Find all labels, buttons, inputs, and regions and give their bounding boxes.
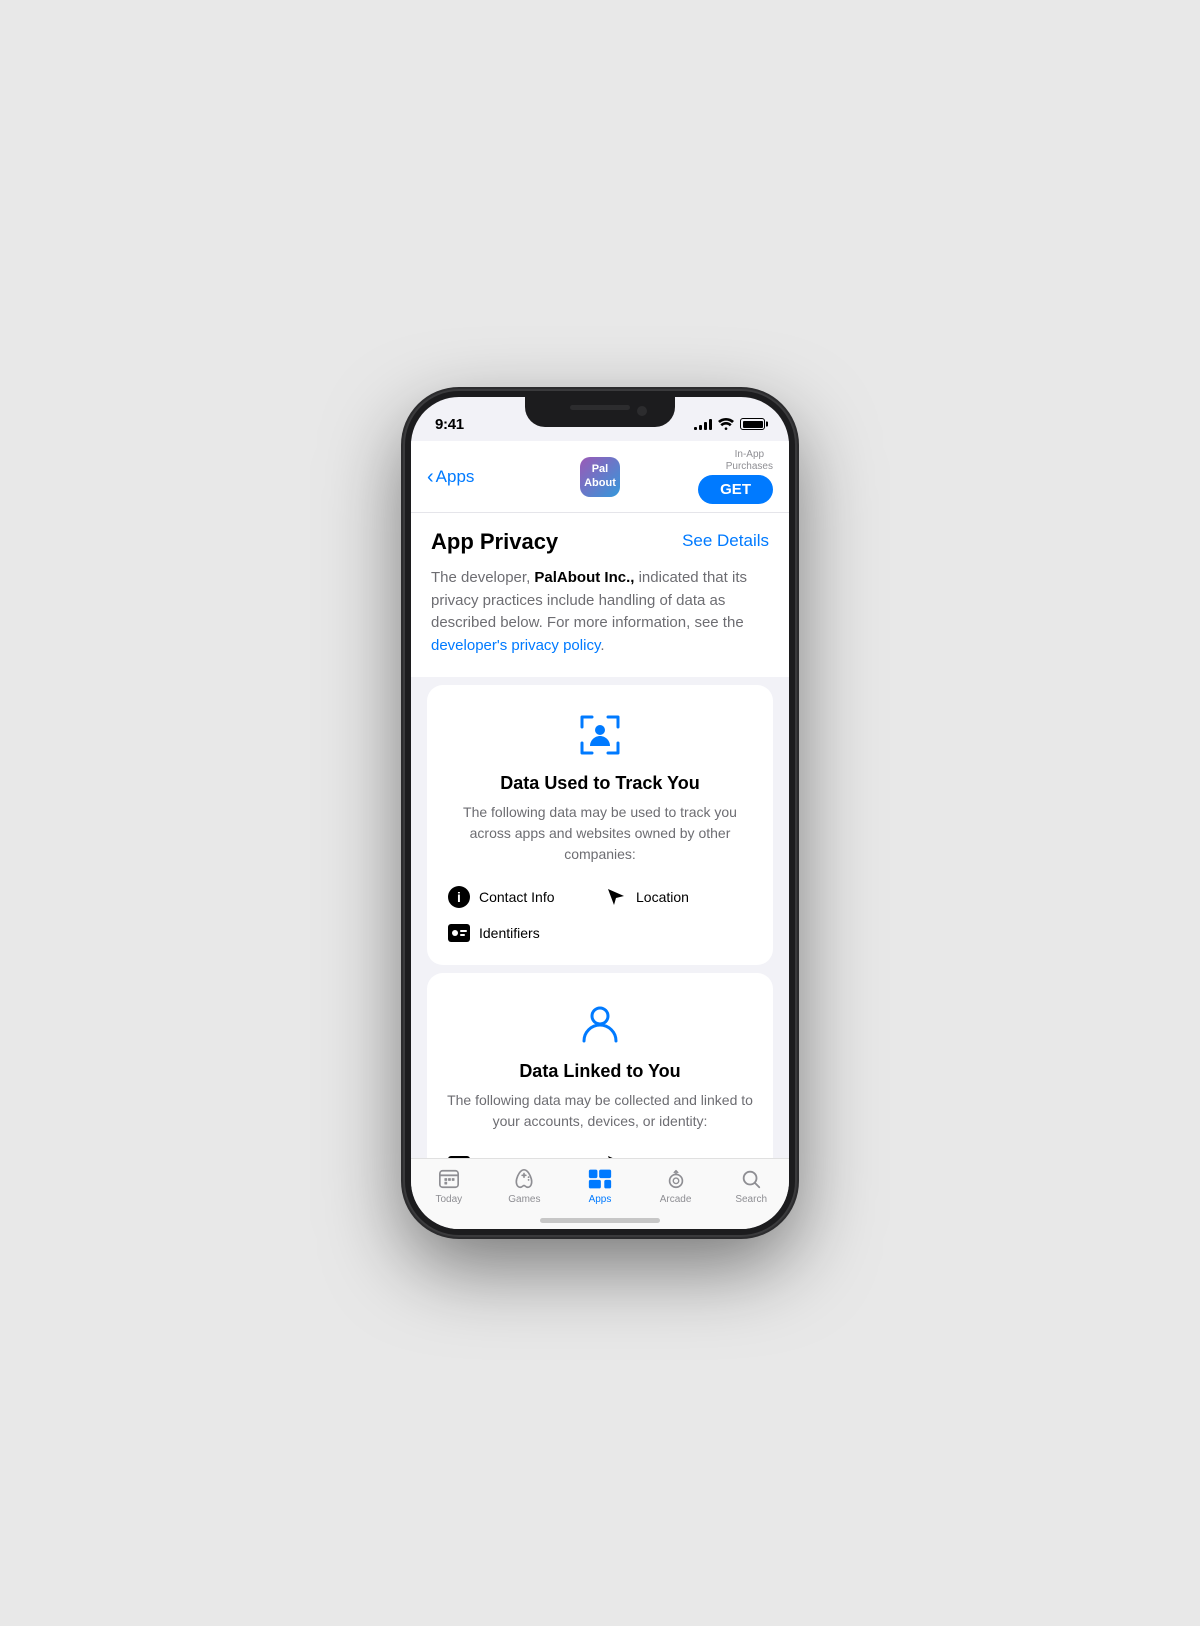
apps-tab-icon	[588, 1167, 612, 1191]
in-app-label: In-AppPurchases	[726, 449, 773, 473]
battery-icon	[740, 418, 765, 430]
content-area[interactable]: App Privacy See Details The developer, P…	[411, 513, 789, 1158]
id-card-icon	[447, 921, 471, 945]
nav-bar: ‹ Apps PalAbout In-AppPurchases GET	[411, 441, 789, 513]
notch	[525, 397, 675, 427]
linked-you-card: Data Linked to You The following data ma…	[427, 973, 773, 1158]
search-tab-label: Search	[735, 1194, 767, 1205]
track-card-title: Data Used to Track You	[447, 773, 753, 794]
speaker	[570, 405, 630, 410]
track-card-description: The following data may be used to track …	[447, 802, 753, 865]
back-label: Apps	[436, 467, 475, 487]
privacy-header: App Privacy See Details The developer, P…	[411, 513, 789, 677]
track-identifiers-label: Identifiers	[479, 925, 540, 941]
back-button[interactable]: ‹ Apps	[427, 467, 542, 487]
arcade-tab-icon	[664, 1167, 688, 1191]
track-data-grid: i Contact Info Location	[447, 885, 753, 945]
track-item-contact: i Contact Info	[447, 885, 596, 909]
screen: 9:41	[411, 397, 789, 1229]
track-location-label: Location	[636, 889, 689, 905]
see-details-link[interactable]: See Details	[682, 531, 769, 551]
privacy-title-row: App Privacy See Details	[431, 529, 769, 555]
track-item-location: Location	[604, 885, 753, 909]
svg-text:i: i	[457, 889, 461, 905]
status-icons	[694, 418, 765, 430]
tab-bar: Today Games	[411, 1158, 789, 1209]
linked-card-title: Data Linked to You	[447, 1061, 753, 1082]
tab-search[interactable]: Search	[713, 1167, 789, 1205]
tab-apps[interactable]: Apps	[562, 1167, 638, 1205]
app-icon: PalAbout	[580, 457, 620, 497]
phone-frame: 9:41	[405, 391, 795, 1235]
linked-person-icon	[574, 997, 626, 1049]
tab-games[interactable]: Games	[487, 1167, 563, 1205]
today-tab-label: Today	[435, 1194, 462, 1205]
today-tab-icon	[437, 1167, 461, 1191]
location-arrow-icon	[604, 885, 628, 909]
linked-card-description: The following data may be collected and …	[447, 1090, 753, 1132]
home-bar	[540, 1218, 660, 1223]
track-contact-label: Contact Info	[479, 889, 555, 905]
privacy-title: App Privacy	[431, 529, 558, 555]
track-item-identifiers: Identifiers	[447, 921, 596, 945]
arcade-tab-label: Arcade	[660, 1194, 692, 1205]
camera	[637, 406, 647, 416]
tracking-icon	[574, 709, 626, 761]
tab-today[interactable]: Today	[411, 1167, 487, 1205]
status-time: 9:41	[435, 416, 464, 433]
get-button[interactable]: GET	[698, 475, 773, 504]
tab-arcade[interactable]: Arcade	[638, 1167, 714, 1205]
search-tab-icon	[739, 1167, 763, 1191]
nav-app-icon: PalAbout	[542, 457, 657, 497]
privacy-policy-link[interactable]: developer's privacy policy	[431, 637, 600, 654]
wifi-icon	[718, 418, 734, 430]
apps-tab-label: Apps	[589, 1194, 612, 1205]
nav-right: In-AppPurchases GET	[658, 449, 773, 504]
signal-icon	[694, 418, 712, 430]
privacy-description: The developer, PalAbout Inc., indicated …	[431, 567, 769, 657]
track-you-card: Data Used to Track You The following dat…	[427, 685, 773, 965]
info-circle-icon: i	[447, 885, 471, 909]
home-indicator	[411, 1209, 789, 1229]
back-chevron-icon: ‹	[427, 467, 434, 487]
linked-icon-wrap	[447, 997, 753, 1049]
games-tab-label: Games	[508, 1194, 540, 1205]
track-icon-wrap	[447, 709, 753, 761]
games-tab-icon	[512, 1167, 536, 1191]
